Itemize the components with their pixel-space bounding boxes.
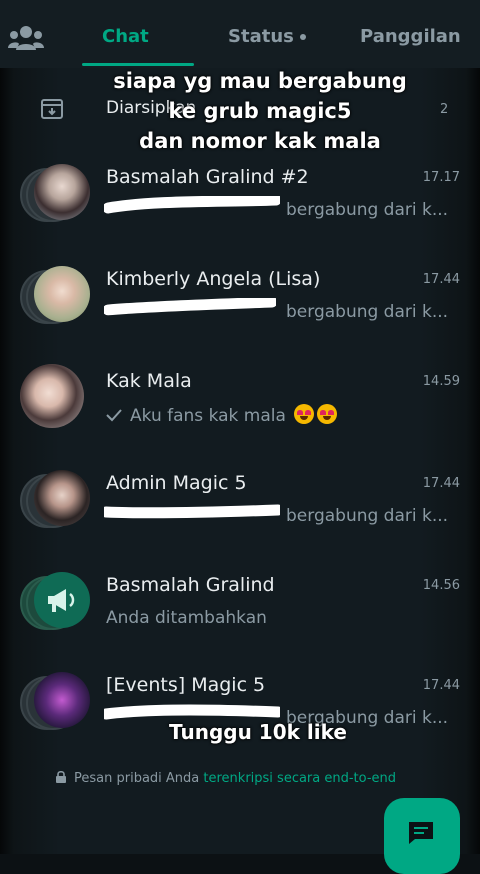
chat-preview: bergabung dari k... — [286, 302, 449, 322]
megaphone-icon — [48, 589, 75, 612]
tab-chat[interactable]: Chat — [102, 26, 149, 47]
check-icon — [106, 409, 122, 422]
chat-row-basmalah-gralind-2[interactable]: Basmalah Gralind #2 17.17 bergabung dari… — [0, 164, 480, 268]
chat-preview: Anda ditambahkan — [106, 608, 267, 628]
chat-preview: Aku fans kak mala — [106, 404, 338, 426]
caption-line: ke grub magic5 — [168, 99, 352, 123]
chat-name: Basmalah Gralind — [106, 574, 275, 596]
redaction-scribble — [104, 298, 276, 316]
chat-time: 14.56 — [422, 578, 460, 593]
tab-status[interactable]: Status — [228, 26, 306, 47]
chat-time: 17.44 — [422, 678, 460, 693]
bottom-caption-overlay: Tunggu 10k like — [169, 720, 347, 744]
chat-time: 17.44 — [422, 476, 460, 491]
encryption-notice-text: Pesan pribadi Anda — [74, 771, 200, 786]
chat-name: Admin Magic 5 — [106, 472, 247, 494]
caption-line: dan nomor kak mala — [139, 129, 381, 153]
status-update-dot — [299, 34, 306, 40]
chat-name: [Events] Magic 5 — [106, 674, 266, 696]
chat-name: Kak Mala — [106, 370, 192, 392]
heart-eyes-emoji — [294, 404, 315, 424]
redaction-scribble — [104, 196, 280, 214]
chat-time: 17.44 — [422, 272, 460, 287]
caption-line: siapa yg mau bergabung — [113, 69, 407, 93]
contact-avatar — [20, 364, 88, 428]
chat-name: Kimberly Angela (Lisa) — [106, 268, 321, 290]
chat-row-basmalah-gralind[interactable]: Basmalah Gralind 14.56 Anda ditambahkan — [0, 572, 480, 676]
video-caption-overlay: siapa yg mau bergabung ke grub magic5 da… — [0, 66, 480, 156]
community-avatar — [20, 470, 90, 528]
community-avatar — [20, 164, 90, 222]
chat-name: Basmalah Gralind #2 — [106, 166, 309, 188]
new-chat-button[interactable] — [384, 798, 460, 874]
top-bar: Chat Status Panggilan — [0, 0, 480, 68]
chat-preview: bergabung dari k... — [286, 506, 449, 526]
encryption-notice: Pesan pribadi Anda terenkripsi secara en… — [56, 771, 396, 786]
encryption-link[interactable]: terenkripsi secara end-to-end — [203, 771, 396, 786]
new-chat-icon — [409, 822, 433, 844]
chat-row-admin-magic-5[interactable]: Admin Magic 5 17.44 bergabung dari k... — [0, 470, 480, 574]
community-avatar — [20, 572, 90, 630]
heart-eyes-emoji — [317, 404, 338, 424]
chat-row-kimberly-angela[interactable]: Kimberly Angela (Lisa) 17.44 bergabung d… — [0, 266, 480, 370]
chat-preview-text: Aku fans kak mala — [130, 406, 286, 426]
redaction-scribble — [104, 504, 280, 519]
chat-time: 14.59 — [422, 374, 460, 389]
lock-icon — [56, 771, 66, 783]
chat-row-kak-mala[interactable]: Kak Mala 14.59 Aku fans kak mala — [0, 364, 480, 472]
chat-preview: bergabung dari k... — [286, 200, 449, 220]
community-icon[interactable] — [8, 22, 44, 52]
tab-calls[interactable]: Panggilan — [360, 26, 461, 47]
chat-time: 17.17 — [422, 170, 460, 185]
tab-status-label: Status — [228, 26, 294, 47]
community-avatar — [20, 266, 90, 324]
